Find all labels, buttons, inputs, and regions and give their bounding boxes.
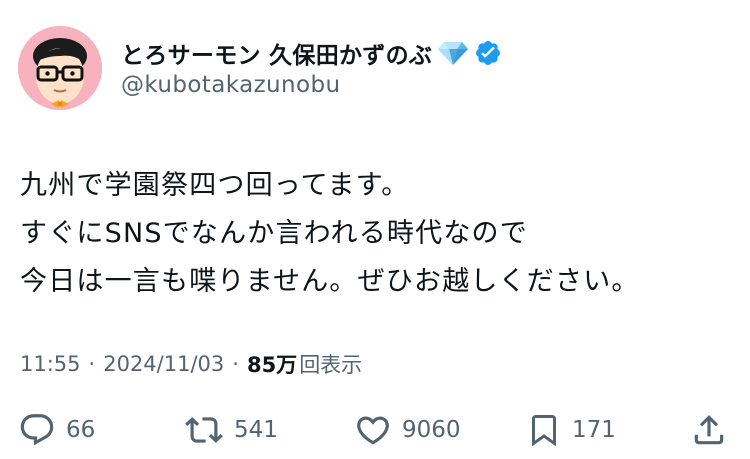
tweet-line: 今日は一言も喋りません。ぜひお越しください。 bbox=[20, 266, 640, 297]
share-icon bbox=[690, 411, 728, 449]
verified-icon[interactable] bbox=[474, 39, 502, 67]
bookmark-count: 171 bbox=[572, 417, 616, 443]
tweet-card: とろサーモン 久保田かずのぶ @kubotakazunobu 九州で学園祭四つ回… bbox=[0, 0, 750, 459]
gem-icon bbox=[436, 39, 470, 67]
reply-icon bbox=[18, 411, 56, 449]
author-name-row: とろサーモン 久保田かずのぶ bbox=[121, 36, 502, 70]
tweet-text: 九州で学園祭四つ回ってます。 すぐにSNSでなんか言われる時代なので 今日は一言… bbox=[20, 162, 720, 306]
tweet-meta: 11:55 · 2024/11/03 · 85万 回表示 bbox=[20, 349, 362, 379]
tweet-time[interactable]: 11:55 bbox=[20, 352, 81, 376]
retweet-count: 541 bbox=[234, 417, 278, 443]
tweet-line: すぐにSNSでなんか言われる時代なので bbox=[20, 218, 528, 249]
retweet-icon bbox=[184, 411, 224, 449]
author-handle[interactable]: @kubotakazunobu bbox=[121, 72, 340, 98]
reply-button[interactable]: 66 bbox=[18, 408, 95, 452]
like-count: 9060 bbox=[402, 417, 461, 443]
retweet-button[interactable]: 541 bbox=[184, 408, 278, 452]
avatar-illustration bbox=[18, 26, 102, 110]
action-bar: 66 541 9060 171 bbox=[0, 408, 750, 452]
like-button[interactable]: 9060 bbox=[354, 408, 461, 452]
bookmark-icon bbox=[526, 411, 562, 449]
reply-count: 66 bbox=[66, 417, 96, 443]
bookmark-button[interactable]: 171 bbox=[526, 408, 616, 452]
views-label: 回表示 bbox=[299, 353, 363, 377]
meta-separator: · bbox=[88, 352, 96, 376]
meta-separator: · bbox=[232, 352, 239, 376]
heart-icon bbox=[354, 411, 392, 449]
display-name[interactable]: とろサーモン 久保田かずのぶ bbox=[121, 36, 432, 70]
tweet-line: 九州で学園祭四つ回ってます。 bbox=[20, 170, 410, 201]
tweet-date[interactable]: 2024/11/03 bbox=[103, 352, 224, 376]
divider bbox=[0, 395, 750, 396]
avatar[interactable] bbox=[18, 26, 102, 110]
share-button[interactable] bbox=[690, 408, 728, 452]
views-count: 85万 bbox=[246, 353, 298, 377]
